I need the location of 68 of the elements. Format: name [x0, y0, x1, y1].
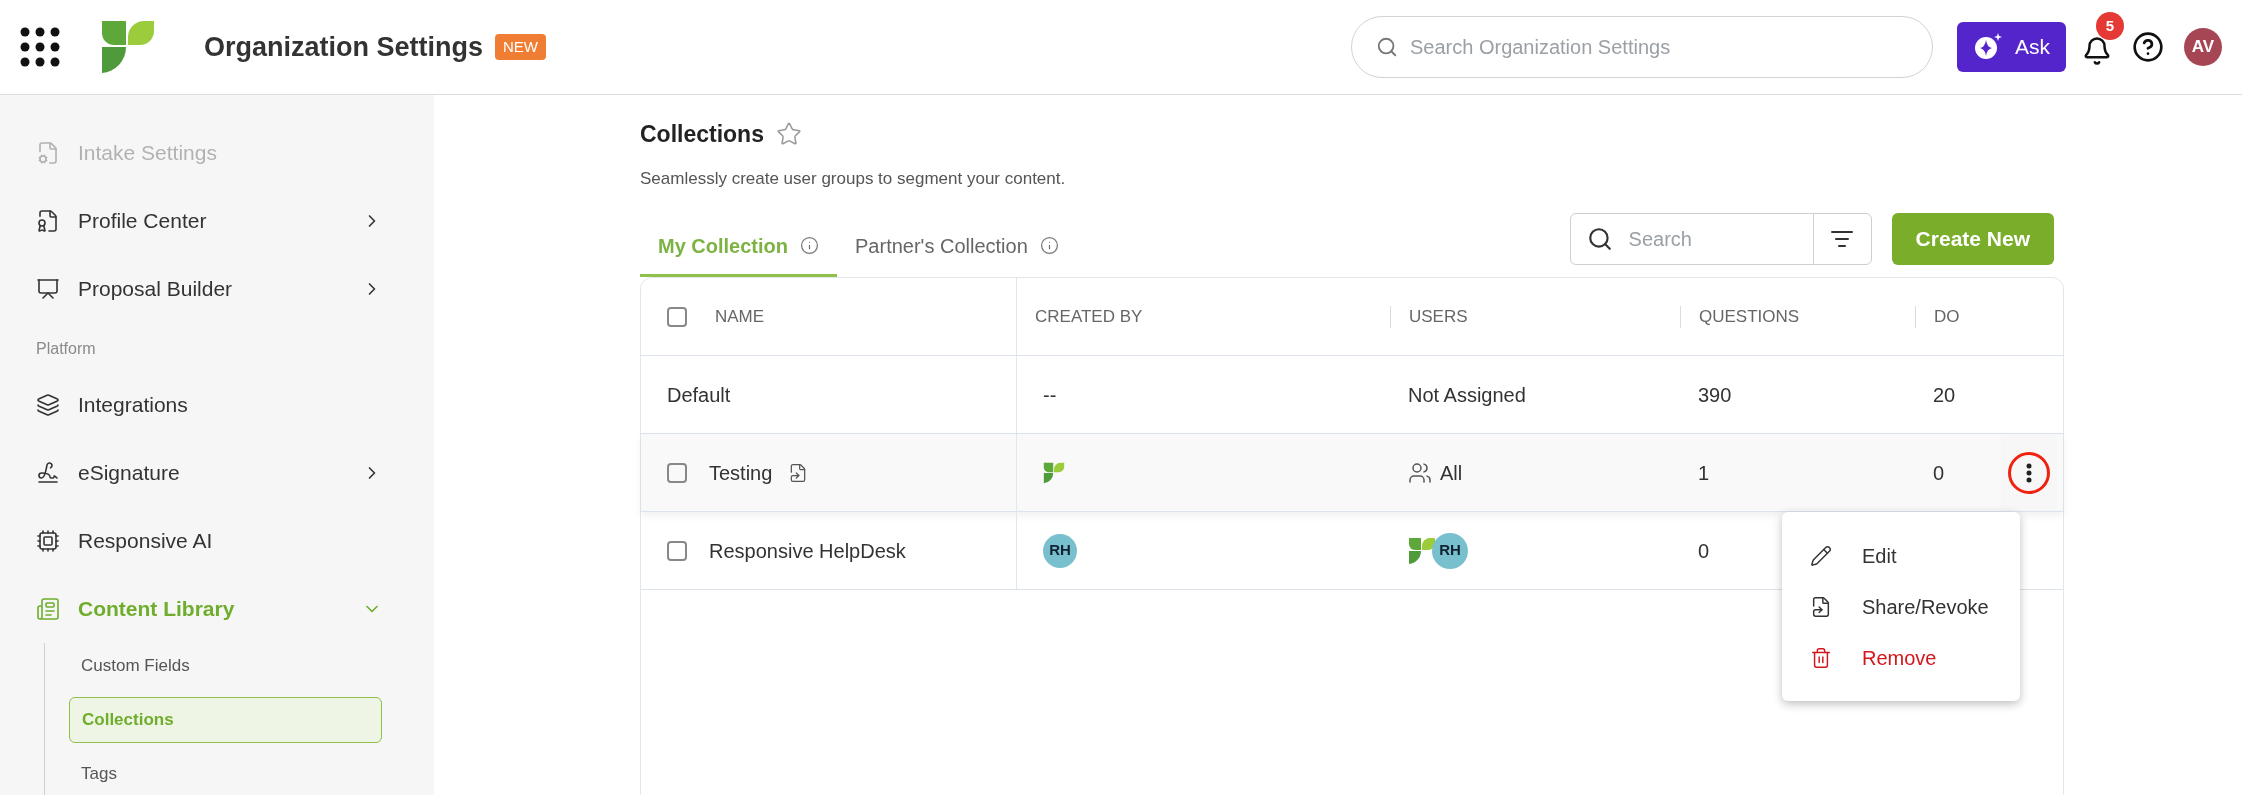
help-icon[interactable]: [2132, 31, 2164, 63]
table-row[interactable]: Testing All 1 0: [641, 434, 2063, 512]
questions-count: 0: [1698, 538, 1710, 564]
column-5-value: 0: [1933, 460, 1945, 486]
row-checkbox[interactable]: [667, 540, 687, 561]
submenu-item[interactable]: Tags: [69, 751, 382, 795]
app-grid-icon[interactable]: [20, 27, 60, 67]
row-menu-button[interactable]: [2008, 451, 2050, 494]
sidebar-item[interactable]: Proposal Builder: [36, 255, 382, 323]
questions-count: 1: [1698, 460, 1710, 486]
pencil-icon: [1810, 544, 1832, 567]
sparkle-icon: [1973, 32, 2003, 62]
sidebar-item[interactable]: Profile Center: [36, 187, 382, 255]
menu-item-icon: [36, 529, 60, 553]
users-text: All: [1440, 460, 1463, 486]
users-text: Not Assigned: [1408, 382, 1526, 408]
section-label: Platform: [36, 339, 97, 359]
search-input[interactable]: Search Organization Settings: [1410, 32, 1908, 62]
info-icon: [1039, 236, 1059, 255]
info-icon: [800, 236, 819, 255]
menu-item[interactable]: Edit: [1782, 530, 2020, 581]
sidebar-item[interactable]: eSignature: [36, 439, 382, 507]
trash-icon: [1810, 646, 1832, 669]
collection-name: Default: [667, 382, 731, 408]
submenu-item[interactable]: Custom Fields: [69, 643, 382, 689]
menu-item-icon: [36, 277, 60, 301]
page-subtitle: Seamlessly create user groups to segment your content.: [640, 167, 1067, 190]
creator-logo-icon: [1043, 461, 1065, 484]
menu-item-icon: [36, 393, 60, 417]
column-header: NAME: [715, 305, 765, 328]
user-avatar[interactable]: AV: [2184, 28, 2222, 66]
new-badge: NEW: [495, 33, 547, 61]
notification-bell-icon[interactable]: [2082, 36, 2112, 66]
select-all-checkbox[interactable]: [667, 306, 687, 327]
search-icon: [1376, 36, 1398, 58]
search-icon: [1586, 226, 1613, 252]
table-search-field[interactable]: Search: [1569, 213, 1872, 265]
column-5-value: 20: [1933, 382, 1956, 408]
page-title: Collections: [640, 120, 764, 149]
sidebar-item[interactable]: Integrations: [36, 371, 382, 439]
menu-item[interactable]: Remove: [1782, 632, 2020, 683]
search-input[interactable]: Search: [1628, 224, 1779, 254]
created-by-text: --: [1043, 382, 1057, 408]
menu-item-icon: [36, 141, 60, 165]
users-icon: [1408, 460, 1432, 485]
app-title: Organization Settings: [204, 30, 484, 64]
notification-count: 5: [2096, 12, 2124, 40]
user-avatar: RH: [1432, 532, 1468, 569]
column-header: CREATED BY: [1035, 305, 1143, 328]
column-header: DO: [1934, 305, 1960, 328]
sidebar-item[interactable]: Responsive AI: [36, 507, 382, 575]
column-header: QUESTIONS: [1699, 305, 1800, 328]
share-icon: [1810, 595, 1832, 618]
menu-item-icon: [36, 597, 60, 621]
collection-name: Testing: [709, 460, 773, 486]
menu-item-icon: [36, 209, 60, 233]
column-header: USERS: [1409, 305, 1468, 328]
questions-count: 390: [1698, 382, 1732, 408]
tab[interactable]: Partner's Collection: [837, 217, 1077, 277]
menu-item-icon: [36, 461, 60, 485]
collection-name: Responsive HelpDesk: [709, 538, 906, 564]
creator-avatar: RH: [1043, 533, 1077, 568]
ask-button[interactable]: Ask: [1957, 22, 2066, 72]
row-checkbox[interactable]: [667, 462, 687, 483]
favorite-star-icon[interactable]: [775, 121, 802, 148]
kebab-icon: [2026, 462, 2032, 483]
logo-icon: [100, 19, 156, 75]
user-logo-icon: [1408, 536, 1436, 565]
